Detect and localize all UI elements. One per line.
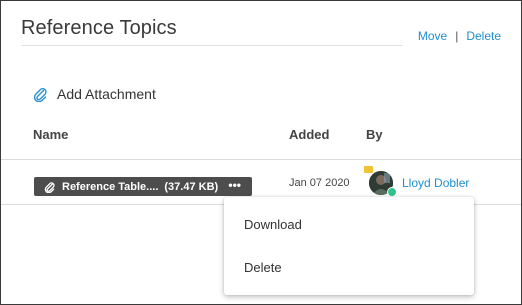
menu-item-download[interactable]: Download bbox=[244, 217, 302, 232]
added-date: Jan 07 2020 bbox=[289, 177, 350, 189]
add-attachment-button[interactable]: Add Attachment bbox=[33, 86, 156, 102]
file-chip[interactable]: Reference Table.... (37.47 KB) ••• bbox=[34, 177, 252, 196]
column-header-by[interactable]: By bbox=[366, 127, 383, 142]
more-options-button[interactable]: ••• bbox=[228, 178, 241, 192]
move-link[interactable]: Move bbox=[418, 29, 447, 43]
user-link[interactable]: Lloyd Dobler bbox=[402, 176, 469, 190]
add-attachment-label: Add Attachment bbox=[57, 86, 156, 102]
delete-link[interactable]: Delete bbox=[466, 29, 501, 43]
paperclip-icon bbox=[44, 181, 55, 193]
page-title: Reference Topics bbox=[21, 17, 177, 39]
title-underline bbox=[21, 45, 403, 46]
column-header-name[interactable]: Name bbox=[33, 127, 68, 142]
online-status-icon bbox=[387, 187, 397, 197]
context-menu: Download Delete bbox=[224, 197, 474, 295]
file-size: (37.47 KB) bbox=[164, 180, 219, 193]
crown-badge-icon bbox=[364, 166, 373, 173]
paperclip-icon bbox=[33, 87, 47, 102]
attachments-panel: Reference Topics Move | Delete Add Attac… bbox=[0, 0, 522, 305]
menu-item-delete[interactable]: Delete bbox=[244, 260, 282, 275]
column-header-added[interactable]: Added bbox=[289, 127, 329, 142]
file-name: Reference Table.... bbox=[62, 180, 159, 193]
action-separator: | bbox=[455, 29, 459, 43]
header-divider bbox=[1, 159, 521, 160]
header-actions: Move | Delete bbox=[418, 29, 501, 43]
